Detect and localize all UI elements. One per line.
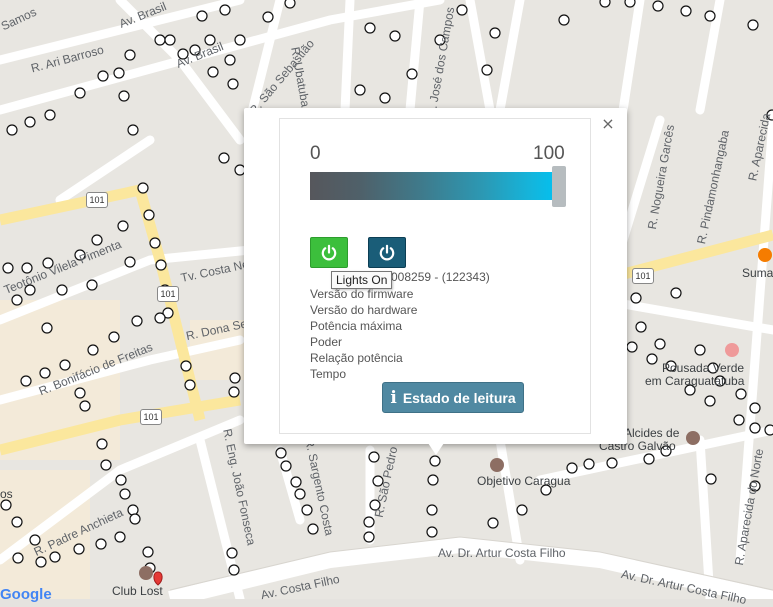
place-label: Objetivo Caragua [477,474,571,488]
dimming-slider-handle[interactable] [552,166,566,207]
place-label: Club Lost [112,584,163,598]
read-status-label: Estado de leitura [402,389,516,406]
info-power-ratio: Relação potência [310,351,403,365]
info-max-power: Potência máxima [310,319,403,333]
info-hardware: Versão do hardware [310,303,418,317]
scale-max-label: 100 [533,143,565,164]
highway-shield: 101 [632,268,654,284]
info-icon: i [390,387,397,408]
dimming-slider-track[interactable] [310,172,556,200]
info-power: Poder [310,335,343,349]
highway-shield: 101 [140,409,162,425]
info-firmware: Versão do firmware [310,287,414,301]
street-label: Av. Dr. Artur Costa Filho [438,546,566,560]
lights-on-button[interactable] [310,237,348,268]
power-icon [321,244,337,260]
place-label: em Caraguatatuba [645,374,745,388]
place-label: Suma [742,266,773,280]
info-window-tail [428,443,444,455]
lights-off-button[interactable] [368,237,406,268]
power-icon [379,244,395,260]
scale-min-label: 0 [310,143,321,164]
highway-shield: 101 [86,192,108,208]
place-label: os [0,487,13,501]
place-label: Pousada Verde [662,361,745,375]
google-logo: Google [0,586,52,603]
highway-shield: 101 [157,286,179,302]
info-time: Tempo [310,367,347,381]
tooltip: Lights On [331,271,393,289]
device-id: 008259 - (122343) [391,270,490,284]
place-label: Alcides de [624,426,680,440]
read-status-button[interactable]: i Estado de leitura [382,382,524,413]
close-button[interactable]: × [600,116,616,132]
